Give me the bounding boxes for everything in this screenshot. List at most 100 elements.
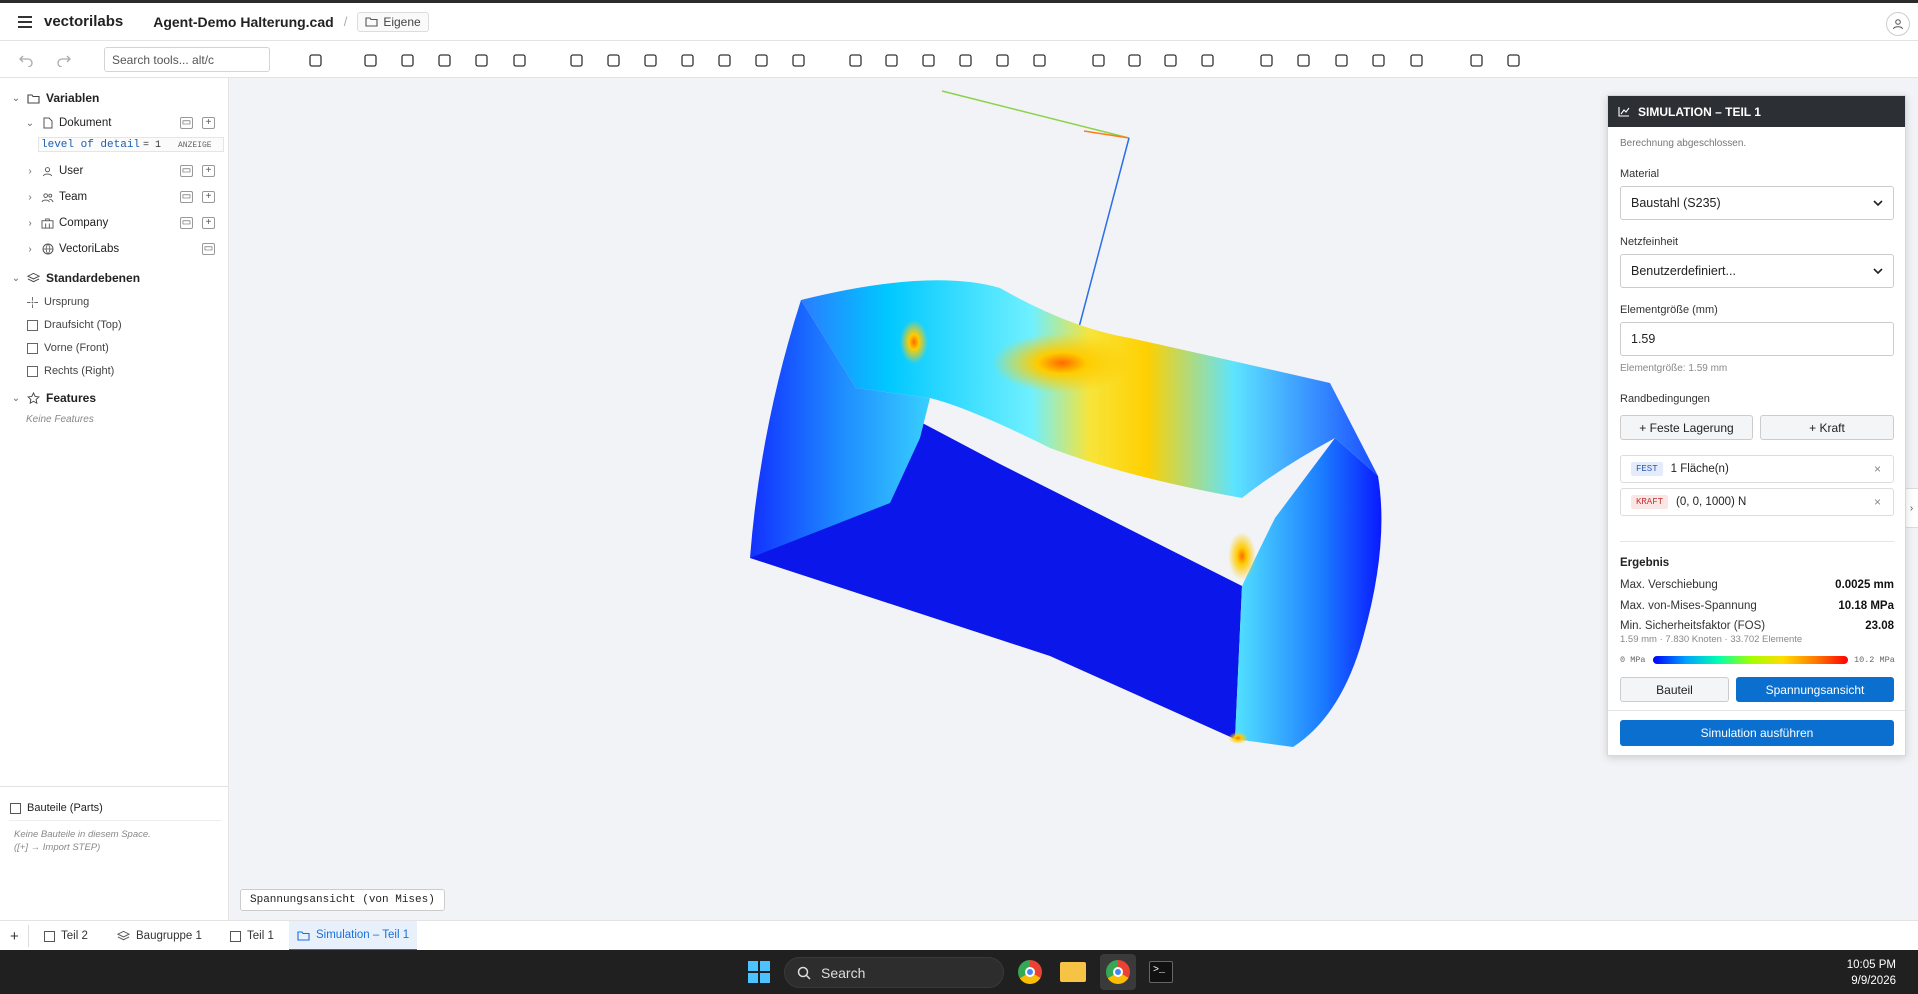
- chart-icon: [1618, 107, 1630, 117]
- add-icon[interactable]: +: [202, 165, 215, 177]
- exit-icon[interactable]: [1503, 50, 1523, 70]
- mesh-select[interactable]: Benutzerdefiniert...: [1620, 254, 1894, 288]
- material-select[interactable]: Baustahl (S235): [1620, 186, 1894, 220]
- element-size-input[interactable]: [1620, 322, 1894, 356]
- remove-icon[interactable]: ×: [1874, 462, 1881, 476]
- condition-fixed[interactable]: FEST 1 Fläche(n) ×: [1620, 455, 1894, 483]
- chevron-down-icon[interactable]: ⌄: [25, 118, 35, 129]
- boolean-icon[interactable]: [918, 50, 938, 70]
- search-icon: [797, 966, 811, 980]
- part-view-button[interactable]: Bauteil: [1620, 677, 1729, 702]
- bend-icon[interactable]: [1368, 50, 1388, 70]
- tree-node-team[interactable]: › Team ▭ +: [0, 186, 229, 208]
- panel-status: Berechnung abgeschlossen.: [1620, 138, 1747, 149]
- extrude-icon[interactable]: [360, 50, 380, 70]
- line-icon[interactable]: [434, 50, 454, 70]
- tree-node-variables[interactable]: ⌄ Variablen: [0, 87, 229, 109]
- tab-teil-2[interactable]: Teil 2: [36, 921, 96, 951]
- system-clock[interactable]: 10:05 PM 9/9/2026: [1847, 957, 1896, 989]
- tree-node-standardebenen[interactable]: ⌄ Standardebenen: [0, 267, 229, 289]
- chevron-down-icon[interactable]: ⌄: [11, 393, 21, 404]
- tab-baugruppe-1[interactable]: Baugruppe 1: [109, 921, 210, 951]
- add-tab-icon[interactable]: +: [2, 921, 27, 951]
- terminal-icon[interactable]: >_: [1149, 961, 1173, 983]
- tool-search-input[interactable]: [104, 47, 270, 72]
- redo-icon[interactable]: [54, 50, 74, 70]
- text-icon[interactable]: [640, 50, 660, 70]
- add-force-button[interactable]: + Kraft: [1760, 415, 1894, 440]
- parts-header[interactable]: Bauteile (Parts): [0, 797, 229, 819]
- chevron-right-icon[interactable]: ›: [25, 192, 35, 203]
- add-icon[interactable]: +: [202, 191, 215, 203]
- cube-icon[interactable]: [1124, 50, 1144, 70]
- file-explorer-icon[interactable]: [1060, 962, 1086, 982]
- windows-start-icon[interactable]: [748, 961, 770, 983]
- insert-icon[interactable]: [1088, 50, 1108, 70]
- toolbar: [0, 41, 1918, 78]
- chevron-down-icon[interactable]: ⌄: [11, 273, 21, 284]
- chevron-right-icon[interactable]: ›: [25, 218, 35, 229]
- folder-breadcrumb[interactable]: Eigene: [357, 11, 429, 32]
- frame-icon[interactable]: [714, 50, 734, 70]
- circle-icon[interactable]: [751, 50, 771, 70]
- document-title[interactable]: Agent-Demo Halterung.cad: [153, 14, 333, 30]
- export-icon[interactable]: [1406, 50, 1426, 70]
- chamfer-icon[interactable]: [603, 50, 623, 70]
- run-simulation-button[interactable]: Simulation ausführen: [1620, 720, 1894, 746]
- condition-force[interactable]: KRAFT (0, 0, 1000) N ×: [1620, 488, 1894, 516]
- grid-icon[interactable]: [677, 50, 697, 70]
- add-folder-icon[interactable]: ▭: [180, 117, 193, 129]
- add-folder-icon[interactable]: ▭: [202, 243, 215, 255]
- curve-icon[interactable]: [1331, 50, 1351, 70]
- tab-simulation-teil-1[interactable]: Simulation – Teil 1: [289, 921, 418, 951]
- tree-node-dokument[interactable]: ⌄ Dokument ▭ +: [0, 112, 229, 134]
- add-fixed-support-button[interactable]: + Feste Lagerung: [1620, 415, 1753, 440]
- menu-icon[interactable]: [18, 15, 32, 28]
- chevron-right-icon[interactable]: ›: [25, 244, 35, 255]
- chevron-down-icon[interactable]: ⌄: [11, 93, 21, 104]
- tree-item-origin[interactable]: Ursprung: [0, 291, 229, 313]
- tree-item-plane-front[interactable]: Vorne (Front): [0, 337, 229, 359]
- fillet-icon[interactable]: [566, 50, 586, 70]
- dome-icon[interactable]: [1256, 50, 1276, 70]
- box-x-icon[interactable]: [1197, 50, 1217, 70]
- split-icon[interactable]: [955, 50, 975, 70]
- add-folder-icon[interactable]: ▭: [180, 217, 193, 229]
- cylinder-icon[interactable]: [1293, 50, 1313, 70]
- spline-icon[interactable]: [471, 50, 491, 70]
- panel-collapse-handle[interactable]: ›: [1904, 488, 1918, 528]
- tree-node-user[interactable]: › User ▭ +: [0, 160, 229, 182]
- checkbox-icon[interactable]: [9, 802, 22, 815]
- delete-icon[interactable]: [1029, 50, 1049, 70]
- mirror-icon[interactable]: [881, 50, 901, 70]
- folder-icon: [27, 92, 40, 105]
- remove-icon[interactable]: ×: [1874, 495, 1881, 509]
- tree-node-vectorilabs[interactable]: › VectoriLabs ▭: [0, 238, 229, 260]
- arc-icon[interactable]: [509, 50, 529, 70]
- chrome-dev-icon[interactable]: [1106, 960, 1130, 984]
- sketch-icon[interactable]: [305, 50, 325, 70]
- tree-node-features[interactable]: ⌄ Features: [0, 387, 229, 409]
- chrome-icon[interactable]: [1018, 960, 1042, 984]
- tree-item-plane-right[interactable]: Rechts (Right): [0, 360, 229, 382]
- revolve-icon[interactable]: [397, 50, 417, 70]
- tree-item-plane-top[interactable]: Draufsicht (Top): [0, 314, 229, 336]
- add-icon[interactable]: +: [202, 117, 215, 129]
- list-icon[interactable]: [788, 50, 808, 70]
- undo-icon[interactable]: [16, 50, 36, 70]
- chevron-right-icon[interactable]: ›: [25, 166, 35, 177]
- add-folder-icon[interactable]: ▭: [180, 191, 193, 203]
- add-folder-icon[interactable]: ▭: [180, 165, 193, 177]
- variable-row[interactable]: level of detail = 1 ANZEIGE: [0, 134, 229, 156]
- add-icon[interactable]: +: [202, 217, 215, 229]
- tree-node-company[interactable]: › Company ▭ +: [0, 212, 229, 234]
- align-icon[interactable]: [1466, 50, 1486, 70]
- user-avatar-icon[interactable]: [1886, 12, 1910, 36]
- tab-teil-1[interactable]: Teil 1: [222, 921, 282, 951]
- taskbar-search[interactable]: Search: [784, 957, 1004, 988]
- pattern-icon[interactable]: [845, 50, 865, 70]
- copy-icon[interactable]: [1160, 50, 1180, 70]
- material-value: Baustahl (S235): [1631, 196, 1721, 210]
- stress-view-button[interactable]: Spannungsansicht: [1736, 677, 1894, 702]
- fit-icon[interactable]: [992, 50, 1012, 70]
